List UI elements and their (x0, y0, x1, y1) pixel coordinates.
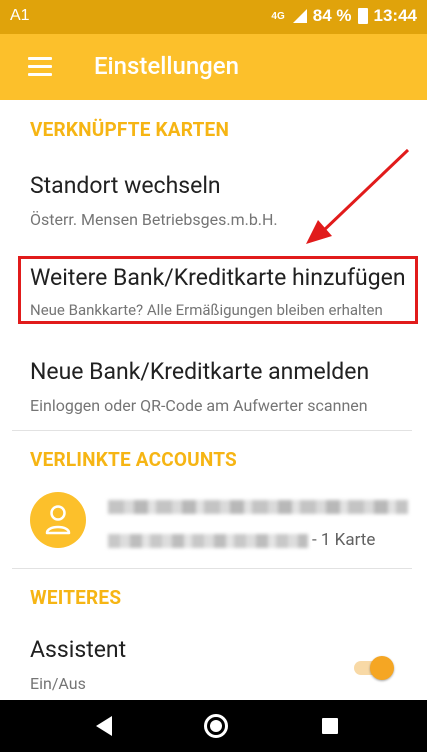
recent-apps-icon[interactable] (322, 718, 338, 734)
section-header-linked-cards: VERKNÜPFTE KARTEN (30, 118, 230, 141)
system-nav-bar (0, 700, 427, 752)
battery-icon (357, 8, 368, 24)
battery-percent: 84 % (312, 6, 352, 25)
status-icons: 4G 84 % 13:44 (271, 6, 417, 26)
signal-icon (292, 9, 307, 23)
back-icon[interactable] (96, 716, 112, 736)
clock: 13:44 (373, 6, 417, 25)
app-bar: Einstellungen (0, 34, 427, 100)
change-location-title: Standort wechseln (30, 172, 221, 199)
section-header-more: WEITERES (30, 586, 122, 609)
account-id-redacted (108, 534, 308, 548)
register-card-subtitle: Einloggen oder QR-Code am Aufwerter scan… (30, 396, 368, 415)
toggle-thumb (370, 656, 394, 680)
avatar (30, 492, 86, 548)
page-title: Einstellungen (94, 52, 239, 80)
account-name-redacted (108, 500, 408, 514)
divider (12, 568, 412, 569)
add-card-subtitle: Neue Bankkarte? Alle Ermäßigungen bleibe… (30, 301, 383, 319)
add-card-title: Weitere Bank/Kreditkarte hinzufügen (30, 264, 406, 291)
person-icon (45, 505, 71, 535)
change-location-subtitle: Österr. Mensen Betriebsges.m.b.H. (30, 210, 278, 229)
register-card-title: Neue Bank/Kreditkarte anmelden (30, 358, 370, 385)
card-count: - 1 Karte (312, 530, 376, 550)
hamburger-menu-icon[interactable] (28, 57, 52, 77)
assistant-subtitle: Ein/Aus (30, 674, 86, 693)
section-header-linked-accounts: VERLINKTE ACCOUNTS (30, 448, 237, 471)
assistant-toggle[interactable] (352, 656, 394, 680)
carrier-label: A1 (10, 7, 30, 24)
network-type-label: 4G (271, 10, 285, 22)
home-icon[interactable] (204, 714, 228, 738)
assistant-title: Assistent (30, 636, 127, 663)
status-bar: A1 4G 84 % 13:44 (0, 0, 427, 34)
divider (12, 430, 412, 431)
